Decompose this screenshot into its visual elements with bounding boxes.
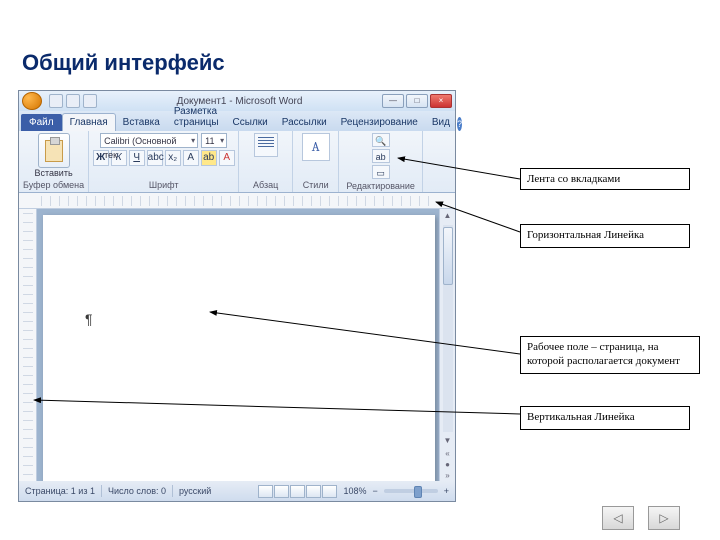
paragraph-group-label: Абзац [253, 178, 278, 190]
prev-slide-button[interactable]: ◁ [602, 506, 634, 530]
word-window: Документ1 - Microsoft Word — □ × Файл Гл… [18, 90, 456, 502]
next-slide-button[interactable]: ▷ [648, 506, 680, 530]
office-button[interactable] [22, 92, 42, 110]
window-title: Документ1 - Microsoft Word [97, 96, 382, 107]
slide-nav: ◁ ▷ [602, 506, 680, 530]
status-language[interactable]: русский [179, 486, 211, 496]
clipboard-icon [45, 140, 63, 162]
prev-page-icon[interactable]: « [440, 448, 455, 459]
titlebar: Документ1 - Microsoft Word — □ × [19, 91, 455, 111]
tab-insert[interactable]: Вставка [116, 114, 167, 131]
callout-vertical-ruler: Вертикальная Линейка [520, 406, 690, 430]
status-separator [172, 485, 173, 497]
styles-button[interactable]: A [302, 133, 330, 161]
tab-layout[interactable]: Разметка страницы [167, 103, 226, 131]
tab-file[interactable]: Файл [21, 114, 62, 131]
window-buttons: — □ × [382, 94, 452, 108]
find-button[interactable]: 🔍 [372, 133, 390, 147]
next-page-icon[interactable]: » [440, 470, 455, 481]
font-size-combo[interactable]: 11 [201, 133, 227, 148]
group-styles: A Стили [293, 131, 339, 192]
browse-object-icon[interactable]: ● [440, 459, 455, 470]
quick-access-toolbar [49, 94, 97, 108]
document-page[interactable]: ¶ [43, 215, 435, 481]
zoom-slider[interactable] [384, 489, 438, 493]
tab-review[interactable]: Рецензирование [334, 114, 425, 131]
highlight-button[interactable]: ab [201, 150, 217, 166]
view-draft-icon[interactable] [322, 485, 337, 498]
select-button[interactable]: ▭ [372, 165, 390, 179]
vertical-scrollbar[interactable]: ▲ ▼ « ● » [439, 209, 455, 481]
group-clipboard: Вставить Буфер обмена [19, 131, 89, 192]
scroll-up-icon[interactable]: ▲ [444, 209, 452, 223]
subscript-button[interactable]: x₂ [165, 150, 181, 166]
paragraph-button[interactable] [254, 133, 278, 157]
status-separator [101, 485, 102, 497]
ribbon: Вставить Буфер обмена Calibri (Основной … [19, 131, 455, 193]
strike-button[interactable]: abc [147, 150, 163, 166]
view-buttons [258, 485, 337, 498]
scroll-thumb[interactable] [443, 227, 453, 285]
callout-ribbon: Лента со вкладками [520, 168, 690, 190]
grow-font-button[interactable]: A [183, 150, 199, 166]
status-page[interactable]: Страница: 1 из 1 [25, 486, 95, 496]
clipboard-group-label: Буфер обмена [23, 178, 84, 190]
qat-redo-icon[interactable] [83, 94, 97, 108]
editing-group-label: Редактирование [346, 179, 415, 191]
view-print-layout-icon[interactable] [258, 485, 273, 498]
view-web-icon[interactable] [290, 485, 305, 498]
styles-group-label: Стили [303, 178, 329, 190]
minimize-button[interactable]: — [382, 94, 404, 108]
paste-button[interactable] [38, 133, 70, 168]
replace-button[interactable]: ab [372, 149, 390, 163]
document-area[interactable]: ¶ [37, 209, 439, 481]
scroll-down-icon[interactable]: ▼ [444, 434, 452, 448]
qat-undo-icon[interactable] [66, 94, 80, 108]
paste-label: Вставить [35, 168, 73, 178]
ribbon-tabs: Файл Главная Вставка Разметка страницы С… [19, 111, 455, 131]
zoom-in-button[interactable]: + [444, 486, 449, 496]
scroll-track[interactable] [443, 225, 453, 432]
content-row: ¶ ▲ ▼ « ● » [19, 209, 455, 481]
group-paragraph: Абзац [239, 131, 293, 192]
tab-home[interactable]: Главная [62, 113, 116, 131]
help-icon[interactable]: ? [457, 117, 462, 131]
tab-view[interactable]: Вид [425, 114, 457, 131]
tab-mailings[interactable]: Рассылки [275, 114, 334, 131]
group-editing: 🔍 ab ▭ Редактирование [339, 131, 423, 192]
vertical-ruler[interactable] [19, 209, 37, 481]
statusbar: Страница: 1 из 1 Число слов: 0 русский 1… [19, 481, 455, 501]
view-reading-icon[interactable] [274, 485, 289, 498]
slide-title: Общий интерфейс [22, 50, 225, 76]
callout-horizontal-ruler: Горизонтальная Линейка [520, 224, 690, 248]
close-button[interactable]: × [430, 94, 452, 108]
tab-references[interactable]: Ссылки [226, 114, 275, 131]
qat-save-icon[interactable] [49, 94, 63, 108]
horizontal-ruler[interactable] [19, 193, 455, 209]
font-group-label: Шрифт [149, 178, 179, 190]
font-color-button[interactable]: A [219, 150, 235, 166]
callout-page: Рабочее поле – страница, на которой расп… [520, 336, 700, 374]
pilcrow-icon: ¶ [85, 311, 93, 327]
view-outline-icon[interactable] [306, 485, 321, 498]
group-font: Calibri (Основной тек 11 Ж К Ч abc x₂ A … [89, 131, 239, 192]
zoom-value[interactable]: 108% [343, 486, 366, 496]
status-word-count[interactable]: Число слов: 0 [108, 486, 166, 496]
zoom-out-button[interactable]: − [372, 486, 377, 496]
underline-button[interactable]: Ч [129, 150, 145, 166]
maximize-button[interactable]: □ [406, 94, 428, 108]
font-name-combo[interactable]: Calibri (Основной тек [100, 133, 198, 148]
